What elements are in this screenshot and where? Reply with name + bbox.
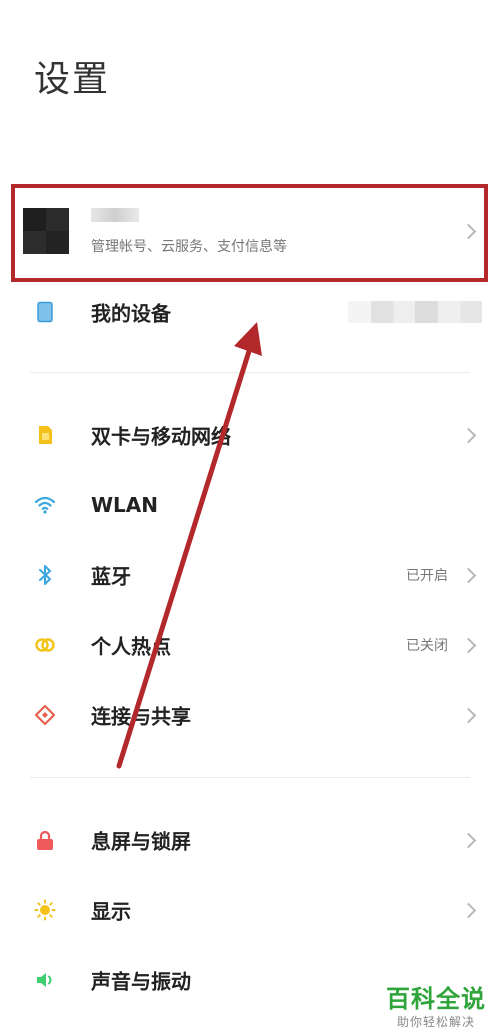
settings-row-connection-sharing[interactable]: 连接与共享 — [0, 680, 500, 750]
account-card[interactable]: 管理帐号、云服务、支付信息等 — [0, 188, 500, 284]
settings-row-label: 息屏与锁屏 — [91, 829, 191, 854]
settings-row-label: 连接与共享 — [91, 704, 191, 729]
settings-row-display[interactable]: 显示 — [0, 875, 500, 945]
hotspot-icon — [35, 638, 55, 652]
settings-row-lock-screen[interactable]: 息屏与锁屏 — [0, 805, 500, 875]
share-icon — [34, 704, 56, 726]
lock-icon — [37, 830, 53, 850]
device-name-redacted — [348, 301, 482, 323]
chevron-right-icon — [460, 427, 477, 444]
settings-row-label: 我的设备 — [91, 301, 171, 326]
settings-row-label: 蓝牙 — [91, 564, 131, 589]
page-title: 设置 — [34, 59, 111, 100]
chevron-right-icon — [460, 567, 477, 584]
settings-row-label: 显示 — [91, 899, 131, 924]
sim-card-icon — [39, 426, 52, 444]
settings-row-label: 声音与振动 — [91, 969, 191, 994]
hotspot-status: 已关闭 — [406, 638, 448, 654]
watermark-subtitle: 助你轻松解决 — [396, 1015, 475, 1029]
chevron-right-icon — [460, 637, 477, 654]
settings-row-label: 个人热点 — [91, 634, 171, 659]
settings-row-my-device[interactable]: 我的设备 — [0, 277, 500, 347]
chevron-right-icon — [460, 223, 477, 240]
chevron-right-icon — [460, 832, 477, 849]
avatar — [23, 208, 69, 254]
settings-row-hotspot[interactable]: 个人热点 已关闭 — [0, 610, 500, 680]
section-divider — [30, 777, 470, 778]
settings-row-label: 双卡与移动网络 — [91, 424, 231, 449]
bluetooth-icon — [39, 565, 51, 585]
settings-row-wlan[interactable]: WLAN — [0, 470, 500, 540]
device-icon — [37, 301, 53, 323]
brightness-icon — [34, 899, 56, 921]
settings-row-bluetooth[interactable]: 蓝牙 已开启 — [0, 540, 500, 610]
watermark-title: 百科全说 — [386, 985, 486, 1013]
account-subtitle: 管理帐号、云服务、支付信息等 — [91, 239, 287, 255]
settings-row-sim[interactable]: 双卡与移动网络 — [0, 400, 500, 470]
chevron-right-icon — [460, 707, 477, 724]
chevron-right-icon — [460, 902, 477, 919]
settings-row-label: WLAN — [91, 493, 159, 517]
bluetooth-status: 已开启 — [406, 568, 448, 584]
wifi-icon — [34, 496, 56, 514]
watermark: 百科全说 助你轻松解决 — [386, 985, 486, 1030]
speaker-icon — [37, 973, 52, 987]
section-divider — [30, 372, 470, 373]
account-name-redacted — [91, 208, 139, 222]
